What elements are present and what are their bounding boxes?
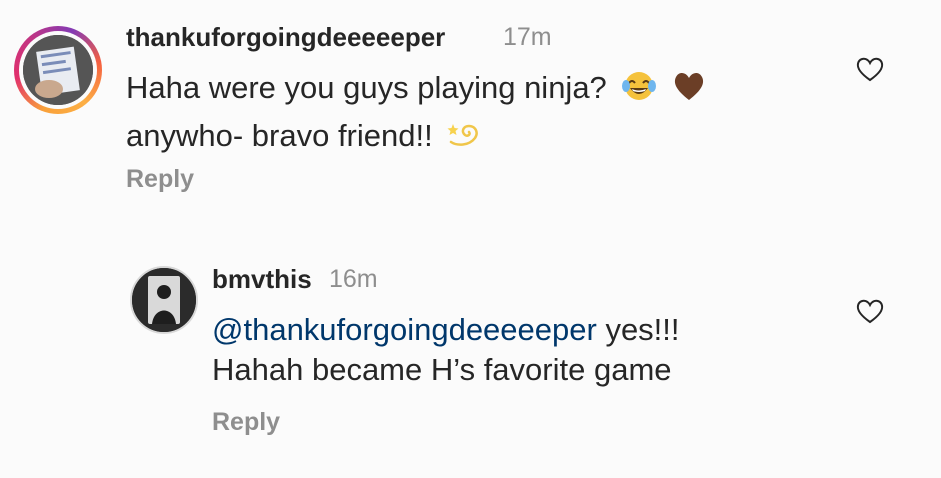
brown-heart-emoji — [674, 72, 704, 100]
comments-thread: thankuforgoingdeeeeeper 17m Haha were yo… — [0, 0, 941, 478]
reply-text-line-1: @thankuforgoingdeeeeeper yes!!! — [212, 312, 680, 348]
comment-text-line-2: anywho- bravo friend!! — [126, 118, 481, 154]
comment-timestamp: 17m — [503, 23, 552, 51]
heart-outline-icon[interactable] — [855, 55, 885, 83]
reply-timestamp: 16m — [329, 265, 378, 293]
avatar-photo — [23, 35, 93, 105]
comment-username[interactable]: thankuforgoingdeeeeeper — [126, 22, 445, 53]
comment-text: Haha were you guys playing ninja? — [126, 70, 607, 105]
avatar-image — [132, 268, 196, 332]
dizzy-emoji — [447, 124, 479, 146]
commenter-avatar-story-ring[interactable] — [14, 26, 102, 114]
avatar-image — [23, 35, 93, 105]
reply-username[interactable]: bmvthis — [212, 264, 312, 295]
reply-text-line-2: Hahah became H’s favorite game — [212, 352, 672, 387]
comment-text: anywho- bravo friend!! — [126, 118, 433, 153]
heart-outline-icon[interactable] — [855, 297, 885, 325]
reply-button[interactable]: Reply — [126, 165, 194, 194]
reply-button[interactable]: Reply — [212, 408, 280, 437]
comment-text-line-1: Haha were you guys playing ninja? — [126, 70, 706, 106]
face-with-tears-of-joy-emoji — [622, 72, 657, 100]
mention-link[interactable]: @thankuforgoingdeeeeeper — [212, 312, 597, 347]
reply-text: yes!!! — [596, 312, 680, 347]
reply-avatar[interactable] — [130, 266, 198, 334]
